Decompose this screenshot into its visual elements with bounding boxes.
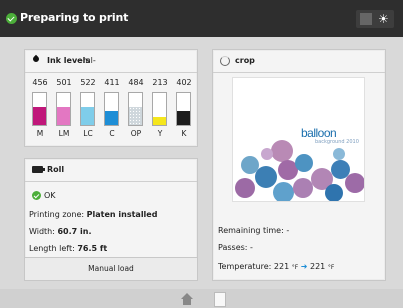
printing-zone-row: Printing zone: Platen installed [29,210,157,219]
job-panel[interactable]: crop balloon background 2010 Remaining t… [212,49,386,281]
ink-level-bar [128,92,143,126]
sun-icon: ☀ [378,12,389,26]
ink-color-name: LM [58,129,70,138]
ink-level-fill [105,111,118,125]
ink-level-value: 402 [176,78,192,87]
remaining-time-row: Remaining time: - [218,226,289,235]
dark-mode-icon [360,13,372,25]
preview-title-text: balloon [301,126,337,140]
ink-level-bar [56,92,71,126]
ink-level-bar [80,92,95,126]
manual-load-button[interactable]: Manual load [25,257,197,280]
passes-label: Passes: [218,243,248,252]
temp-current: 221 [273,262,290,271]
ink-unit: -ml- [80,56,96,65]
ok-check-icon [32,191,41,200]
passes-value: - [250,243,253,252]
remaining-value: - [286,226,290,235]
temperature-row: Temperature: 221 °F ➜ 221 °F [218,262,334,271]
roll-panel[interactable]: Roll OK Printing zone: Platen installed … [24,158,198,281]
job-panel-header: crop [213,50,385,73]
job-preview-image: balloon background 2010 [232,77,365,202]
ink-level-value: 411 [104,78,120,87]
temp-target-unit: °F [327,264,335,271]
passes-row: Passes: - [218,243,253,252]
status-bar: Preparing to print ☀ [0,0,403,37]
ink-color-name: K [181,129,187,138]
roll-icon [32,166,45,173]
arrow-right-icon: ➜ [300,262,308,271]
printing-zone-value: Platen installed [86,210,158,219]
ink-color-name: Y [157,129,163,138]
roll-panel-title: Roll [47,165,65,174]
temperature-label: Temperature: [218,262,272,271]
ink-level-bar [104,92,119,126]
ink-level-fill [33,107,46,125]
home-icon[interactable] [181,293,193,305]
width-row: Width: 60.7 in. [29,227,91,236]
ink-level-fill [177,111,190,125]
ink-level-fill [81,107,94,125]
ink-level-bar [152,92,167,126]
roll-status: OK [44,191,56,200]
check-icon [6,13,17,24]
display-toggle[interactable]: ☀ [356,10,394,28]
length-row: Length left: 76.5 ft [29,244,107,253]
ink-level-bar [32,92,47,126]
ink-level-value: 213 [152,78,168,87]
ink-level-fill [153,117,166,125]
temp-target: 221 [310,262,326,271]
ink-level-fill [129,107,142,125]
jobs-queue-icon[interactable] [214,292,226,307]
temp-unit: °F [291,264,299,271]
status-title: Preparing to print [20,11,129,24]
ink-color-name: C [109,129,115,138]
ink-panel-header: Ink levels -ml- [25,50,197,73]
length-label: Length left: [29,244,75,253]
ink-color-name: M [36,129,44,138]
width-label: Width: [29,227,55,236]
ink-drop-icon [31,54,41,64]
remaining-label: Remaining time: [218,226,284,235]
job-name: crop [235,56,255,65]
preview-subtitle-text: background 2010 [315,139,359,145]
ink-level-value: 501 [56,78,72,87]
ink-color-name: LC [83,129,93,138]
ink-level-value: 484 [128,78,144,87]
ink-color-name: OP [130,129,142,138]
ink-level-bar [176,92,191,126]
length-value: 76.5 ft [77,244,108,253]
ink-levels-panel[interactable]: Ink levels -ml- 456 M 501 LM 522 LC 411 C 484 OP 2… [24,49,198,147]
width-value: 60.7 in. [57,227,92,236]
bottom-nav-bar [0,289,403,308]
ink-level-value: 456 [32,78,48,87]
ink-level-fill [57,107,70,125]
ink-level-value: 522 [80,78,96,87]
roll-panel-header: Roll [25,159,197,182]
printing-zone-label: Printing zone: [29,210,85,219]
loading-spinner-icon [220,56,230,66]
